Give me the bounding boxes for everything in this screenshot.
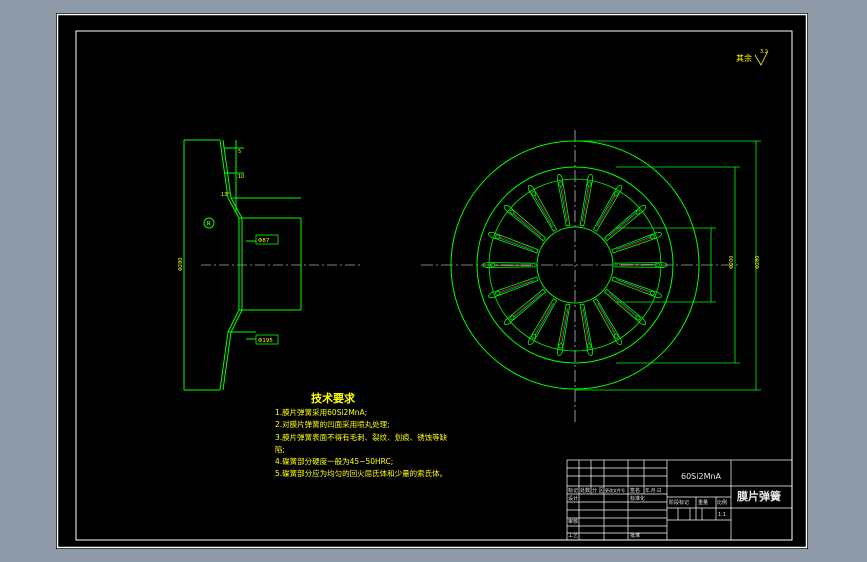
title-scale-value: 1:1 (718, 512, 726, 518)
dim-h2-label: 10 (238, 174, 244, 180)
title-label-zone: 分 区 (592, 487, 604, 494)
title-label-review: 审核 (568, 518, 578, 525)
side-section-view (183, 139, 361, 391)
dim-h1-label: 5 (238, 149, 241, 155)
finger-slot (611, 231, 662, 254)
finger-slot (579, 303, 594, 357)
cad-viewport[interactable]: 其余 3.2 Φ280 5 10 13° R Φ87 Φ195 Φ200 Φ28… (56, 13, 808, 549)
title-part-name: 膜片弹簧 (737, 489, 781, 503)
roughness-label: 其余 (736, 53, 752, 63)
finger-slot (488, 276, 539, 299)
finger-slot (556, 173, 571, 227)
tech-req-line-3: 3.膜片弹簧表面不得有毛刺、裂纹、划痕、锈蚀等缺 (275, 432, 448, 442)
finger-slot (611, 276, 662, 299)
title-label-approve: 批准 (630, 532, 640, 539)
title-label-change-doc: 更改文件号 (605, 487, 625, 493)
tech-req-line-1: 1.膜片弹簧采用60Si2MnA; (275, 407, 367, 417)
drawing-sheet: 其余 3.2 Φ280 5 10 13° R Φ87 Φ195 Φ200 Φ28… (56, 13, 808, 549)
title-label-process: 工艺 (568, 533, 578, 539)
dim-plan-d1-label: Φ200 (729, 256, 735, 269)
dim-inner-diameter-box: Φ87 (255, 234, 279, 245)
roughness-note: 其余 3.2 (736, 49, 769, 66)
sheet-outer-border (56, 13, 808, 549)
finger-slot (488, 231, 539, 254)
sheet-inner-border (75, 30, 793, 541)
dim-angle-label: 13° (221, 192, 230, 198)
dim-outer-diameter-label: Φ280 (178, 258, 184, 271)
dim-inner-diameter-label: Φ87 (258, 238, 270, 244)
dim-plan-d2-label: Φ280 (755, 256, 761, 269)
title-label-count: 处数 (580, 487, 590, 494)
title-label-stage-mark: 阶段标记 (669, 499, 689, 506)
title-label-scale: 比例 (717, 499, 727, 506)
tech-req-line-2: 2.对膜片弹簧的凹面采用喷丸处理; (275, 419, 390, 429)
title-material: 60Si2MnA (681, 472, 722, 481)
dim-mid-diameter-label: Φ195 (258, 338, 273, 344)
dim-mid-diameter-box: Φ195 (255, 334, 279, 345)
plan-view (421, 130, 761, 425)
tech-req-line-4: 陷; (275, 444, 285, 454)
tech-requirements-title: 技术要求 (311, 391, 356, 405)
tech-req-line-6: 5.碟簧部分应为均匀的回火屈氏体和少量的索氏体。 (275, 468, 447, 478)
title-label-mark: 标记 (568, 487, 578, 494)
title-label-date: 年.月.日 (645, 487, 661, 494)
tech-requirements-block: 技术要求 1.膜片弹簧采用60Si2MnA; 2.对膜片弹簧的凹面采用喷丸处理;… (275, 391, 448, 478)
title-label-weight: 重量 (698, 499, 708, 506)
finger-slot (579, 173, 594, 227)
title-label-signature: 签名 (630, 487, 640, 494)
tech-req-line-5: 4.碟簧部分硬度一般为45~50HRC; (275, 456, 393, 466)
dim-r-mark-label: R (207, 221, 211, 227)
title-label-design: 设计 (568, 495, 578, 502)
finger-slot (556, 303, 571, 357)
title-label-standardize: 标准化 (630, 495, 645, 502)
